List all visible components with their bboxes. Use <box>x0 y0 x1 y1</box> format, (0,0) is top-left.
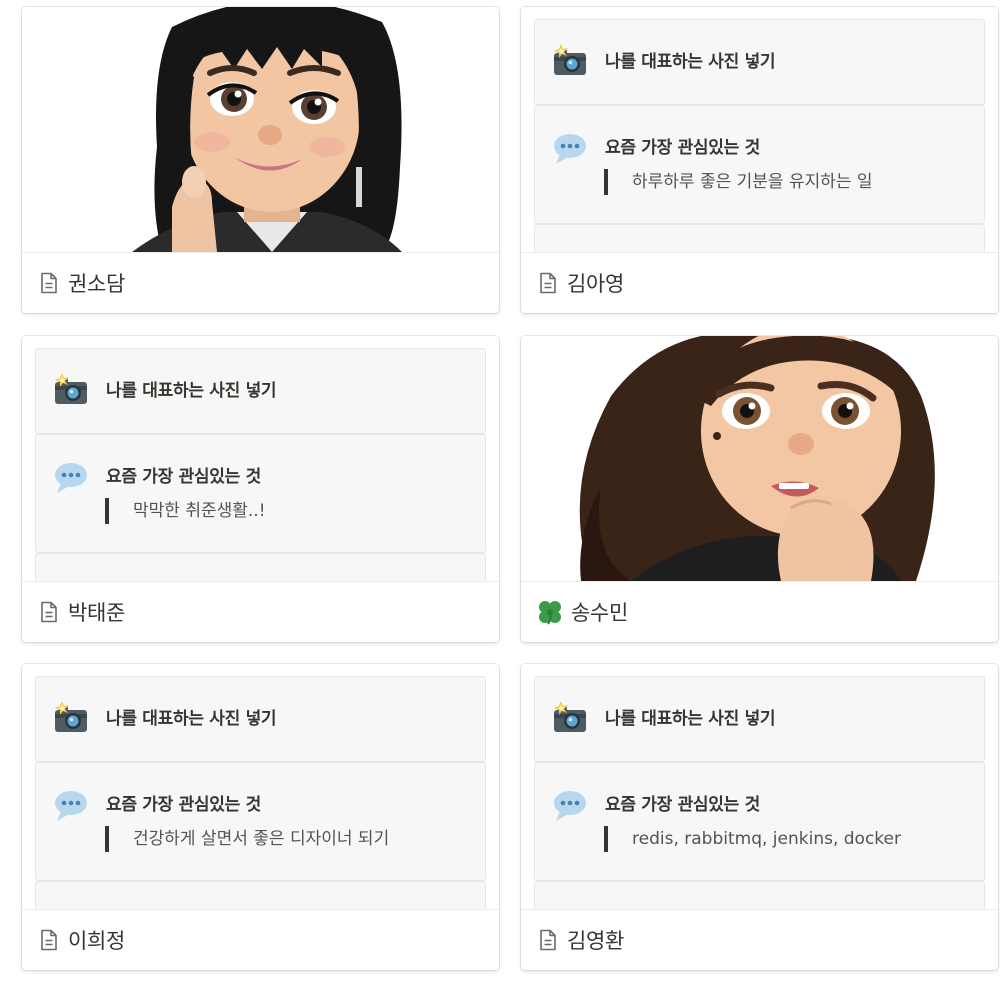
speech-balloon-icon <box>554 134 586 164</box>
page-icon <box>540 272 556 294</box>
page-icon <box>41 601 57 623</box>
card-cover-image <box>22 7 499 252</box>
callout-block-photo: 나를 대표하는 사진 넣기 <box>35 348 486 434</box>
callout-block-interest: 요즘 가장 관심있는 것 막막한 취준생활..! <box>35 434 486 553</box>
card-page-preview: 나를 대표하는 사진 넣기 요즘 가장 관심있는 것 막막한 취준생활..! <box>22 336 499 581</box>
card-cover-image <box>521 336 998 581</box>
callout-block-photo: 나를 대표하는 사진 넣기 <box>534 676 985 762</box>
camera-with-flash-icon <box>55 701 87 732</box>
callout-block-interest: 요즘 가장 관심있는 것 하루하루 좋은 기분을 유지하는 일 <box>534 105 985 224</box>
card-footer: 이희정 <box>22 909 499 970</box>
gallery-card[interactable]: 나를 대표하는 사진 넣기 요즘 가장 관심있는 것 건강하게 살면서 좋은 디… <box>22 664 499 970</box>
page-icon <box>41 929 57 951</box>
gallery-card[interactable]: 송수민 <box>521 336 998 642</box>
card-footer: 김아영 <box>521 252 998 313</box>
callout-title: 나를 대표하는 사진 넣기 <box>106 709 277 729</box>
avatar-illustration <box>521 336 998 581</box>
interest-quote: 막막한 취준생활..! <box>105 498 266 524</box>
page-icon <box>540 929 556 951</box>
speech-balloon-icon <box>55 791 87 821</box>
callout-title: 요즘 가장 관심있는 것 <box>106 467 261 487</box>
gallery-card[interactable]: 나를 대표하는 사진 넣기 요즘 가장 관심있는 것 하루하루 좋은 기분을 유… <box>521 7 998 313</box>
callout-block-partial <box>534 881 985 909</box>
card-title[interactable]: 박태준 <box>68 597 125 627</box>
camera-with-flash-icon <box>554 44 586 75</box>
camera-with-flash-icon <box>55 373 87 404</box>
card-title[interactable]: 이희정 <box>68 925 125 955</box>
card-page-preview: 나를 대표하는 사진 넣기 요즘 가장 관심있는 것 건강하게 살면서 좋은 디… <box>22 664 499 909</box>
card-page-preview: 나를 대표하는 사진 넣기 요즘 가장 관심있는 것 redis, rabbit… <box>521 664 998 909</box>
card-page-preview: 나를 대표하는 사진 넣기 요즘 가장 관심있는 것 하루하루 좋은 기분을 유… <box>521 7 998 252</box>
callout-title: 나를 대표하는 사진 넣기 <box>605 709 776 729</box>
callout-block-interest: 요즘 가장 관심있는 것 건강하게 살면서 좋은 디자이너 되기 <box>35 762 486 881</box>
callout-block-partial <box>35 553 486 581</box>
card-footer: 김영환 <box>521 909 998 970</box>
speech-balloon-icon <box>55 463 87 493</box>
card-title[interactable]: 권소담 <box>68 268 125 298</box>
callout-block-photo: 나를 대표하는 사진 넣기 <box>35 676 486 762</box>
card-title[interactable]: 김아영 <box>567 268 624 298</box>
avatar-illustration <box>22 7 499 252</box>
camera-with-flash-icon <box>554 701 586 732</box>
callout-block-interest: 요즘 가장 관심있는 것 redis, rabbitmq, jenkins, d… <box>534 762 985 881</box>
callout-title: 요즘 가장 관심있는 것 <box>605 138 760 158</box>
page-icon <box>41 272 57 294</box>
card-footer: 박태준 <box>22 581 499 642</box>
gallery-card[interactable]: 권소담 <box>22 7 499 313</box>
gallery-card[interactable]: 나를 대표하는 사진 넣기 요즘 가장 관심있는 것 redis, rabbit… <box>521 664 998 970</box>
interest-quote: redis, rabbitmq, jenkins, docker <box>604 826 901 852</box>
interest-quote: 건강하게 살면서 좋은 디자이너 되기 <box>105 826 389 852</box>
callout-title: 요즘 가장 관심있는 것 <box>106 795 261 815</box>
speech-balloon-icon <box>554 791 586 821</box>
gallery-card[interactable]: 나를 대표하는 사진 넣기 요즘 가장 관심있는 것 막막한 취준생활..! 박… <box>22 336 499 642</box>
callout-title: 요즘 가장 관심있는 것 <box>605 795 760 815</box>
card-footer: 송수민 <box>521 581 998 642</box>
callout-title: 나를 대표하는 사진 넣기 <box>605 52 776 72</box>
callout-block-photo: 나를 대표하는 사진 넣기 <box>534 19 985 105</box>
four-leaf-clover-icon <box>539 601 561 625</box>
card-title[interactable]: 김영환 <box>567 925 624 955</box>
callout-block-partial <box>534 224 985 252</box>
interest-quote: 하루하루 좋은 기분을 유지하는 일 <box>604 169 873 195</box>
callout-title: 나를 대표하는 사진 넣기 <box>106 381 277 401</box>
card-footer: 권소담 <box>22 252 499 313</box>
card-title[interactable]: 송수민 <box>571 597 628 627</box>
callout-block-partial <box>35 881 486 909</box>
